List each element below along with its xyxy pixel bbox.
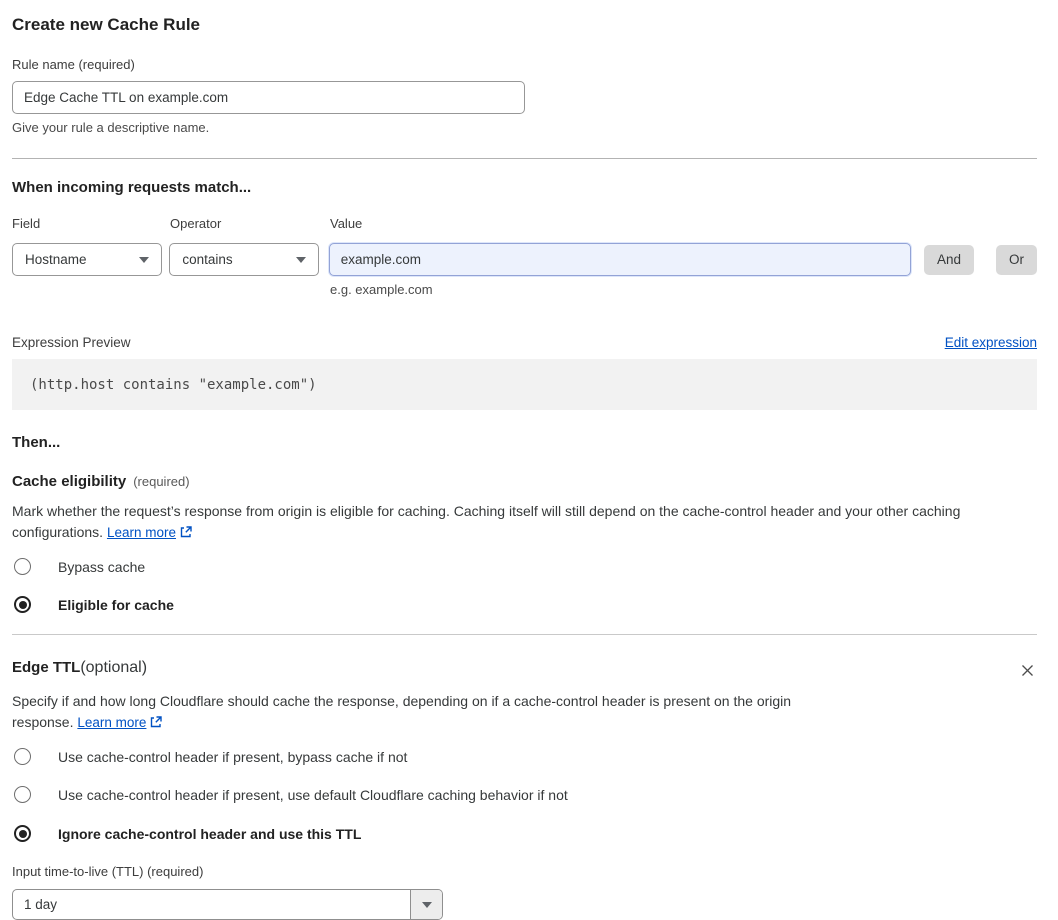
field-select-value: Hostname (25, 252, 87, 267)
radio-label: Ignore cache-control header and use this… (58, 825, 362, 842)
value-input[interactable] (328, 243, 911, 276)
ttl-label: Input time-to-live (TTL) (required) (12, 864, 204, 879)
radio-label: Use cache-control header if present, byp… (58, 748, 408, 765)
edge-ttl-qualifier: (optional) (80, 659, 148, 676)
radio-label: Bypass cache (58, 558, 146, 575)
radio-label: Use cache-control header if present, use… (58, 786, 568, 803)
value-label: Value (330, 216, 363, 231)
cache-eligibility-header: Cache eligibility (required) (12, 473, 1037, 490)
value-hint: e.g. example.com (330, 282, 433, 297)
radio-icon (14, 748, 31, 765)
radio-icon (14, 596, 31, 613)
expression-code-block: (http.host contains "example.com") (12, 359, 1037, 410)
expression-code: (http.host contains "example.com") (30, 376, 317, 393)
edge-ttl-description: Specify if and how long Cloudflare shoul… (12, 691, 844, 733)
match-labels-row: Field Operator Value (12, 216, 1037, 231)
radio-icon (14, 786, 31, 803)
section-divider (12, 158, 1037, 159)
radio-use-header-bypass[interactable]: Use cache-control header if present, byp… (12, 748, 1037, 765)
operator-select-value: contains (182, 252, 233, 267)
ttl-select[interactable]: 1 day (12, 889, 443, 920)
rule-name-input[interactable] (12, 81, 525, 114)
rule-name-label: Rule name (required) (12, 57, 135, 72)
learn-more-link[interactable]: Learn more (107, 525, 193, 540)
radio-label: Eligible for cache (58, 596, 174, 613)
edge-ttl-header: Edge TTL (optional) (12, 659, 1037, 683)
chevron-down-icon (139, 256, 150, 263)
radio-use-header-default[interactable]: Use cache-control header if present, use… (12, 786, 1037, 803)
field-label: Field (12, 216, 41, 231)
expression-preview-row: Expression Preview Edit expression (12, 335, 1037, 350)
radio-bypass-cache[interactable]: Bypass cache (12, 558, 1037, 575)
or-button[interactable]: Or (996, 244, 1037, 275)
expression-preview-label: Expression Preview (12, 335, 131, 350)
ttl-select-value: 1 day (24, 897, 58, 912)
edit-expression-link[interactable]: Edit expression (945, 335, 1037, 350)
chevron-down-icon (421, 901, 432, 908)
radio-icon (14, 825, 31, 842)
field-select[interactable]: Hostname (12, 243, 163, 276)
operator-select[interactable]: contains (169, 243, 319, 276)
external-link-icon (180, 526, 192, 538)
page-title: Create new Cache Rule (12, 15, 201, 34)
section-divider (12, 634, 1037, 635)
match-controls-row: Hostname contains And Or (12, 243, 1037, 276)
close-icon[interactable] (1018, 661, 1037, 683)
match-section-heading: When incoming requests match... (12, 179, 252, 196)
rule-name-help: Give your rule a descriptive name. (12, 120, 210, 135)
radio-eligible-for-cache[interactable]: Eligible for cache (12, 596, 1037, 613)
create-cache-rule-form: Create new Cache Rule Rule name (require… (0, 14, 1058, 920)
ttl-dropdown-button[interactable] (410, 890, 442, 919)
cache-eligibility-title: Cache eligibility (12, 473, 127, 490)
operator-label: Operator (170, 216, 222, 231)
learn-more-link[interactable]: Learn more (77, 715, 163, 730)
and-button[interactable]: And (923, 244, 974, 275)
then-heading: Then... (12, 434, 61, 451)
edge-ttl-title: Edge TTL (12, 659, 81, 676)
external-link-icon (151, 716, 163, 728)
chevron-down-icon (295, 256, 306, 263)
cache-eligibility-description: Mark whether the request’s response from… (12, 501, 1037, 543)
radio-ignore-header-use-ttl[interactable]: Ignore cache-control header and use this… (12, 825, 1037, 842)
radio-icon (14, 558, 31, 575)
cache-eligibility-qualifier: (required) (133, 474, 190, 489)
